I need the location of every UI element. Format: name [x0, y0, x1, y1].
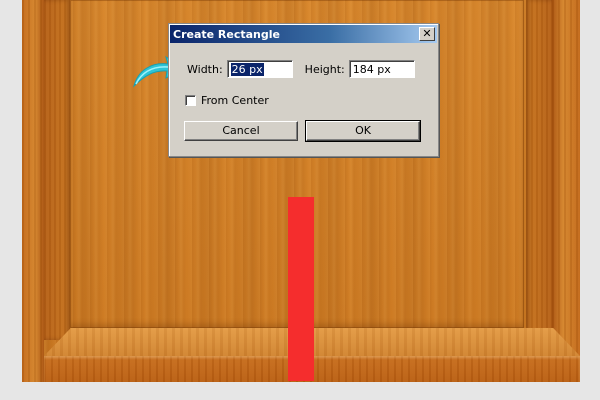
- height-label: Height:: [304, 62, 345, 76]
- frame-left: [22, 0, 44, 382]
- dialog-titlebar[interactable]: Create Rectangle ✕: [170, 25, 437, 43]
- dialog-title: Create Rectangle: [173, 27, 280, 41]
- from-center-label: From Center: [201, 94, 269, 107]
- create-rectangle-dialog: Create Rectangle ✕ Width: 26 px Height: …: [168, 23, 439, 157]
- from-center-checkbox[interactable]: [185, 95, 196, 106]
- ok-button[interactable]: OK: [305, 120, 421, 142]
- width-field[interactable]: 26 px: [226, 60, 293, 78]
- width-label: Width:: [187, 62, 223, 76]
- frame-right: [552, 0, 580, 382]
- width-value: 26 px: [230, 62, 264, 76]
- height-field[interactable]: 184 px: [348, 60, 415, 78]
- size-row: Width: 26 px Height: 184 px: [187, 60, 415, 78]
- cancel-button[interactable]: Cancel: [184, 121, 298, 141]
- height-value: 184 px: [352, 62, 391, 76]
- from-center-row: From Center: [185, 94, 269, 107]
- red-rectangle[interactable]: [288, 197, 314, 381]
- frame-right-inner: [526, 0, 552, 340]
- frame-left-inner: [44, 0, 70, 340]
- close-icon[interactable]: ✕: [419, 27, 435, 41]
